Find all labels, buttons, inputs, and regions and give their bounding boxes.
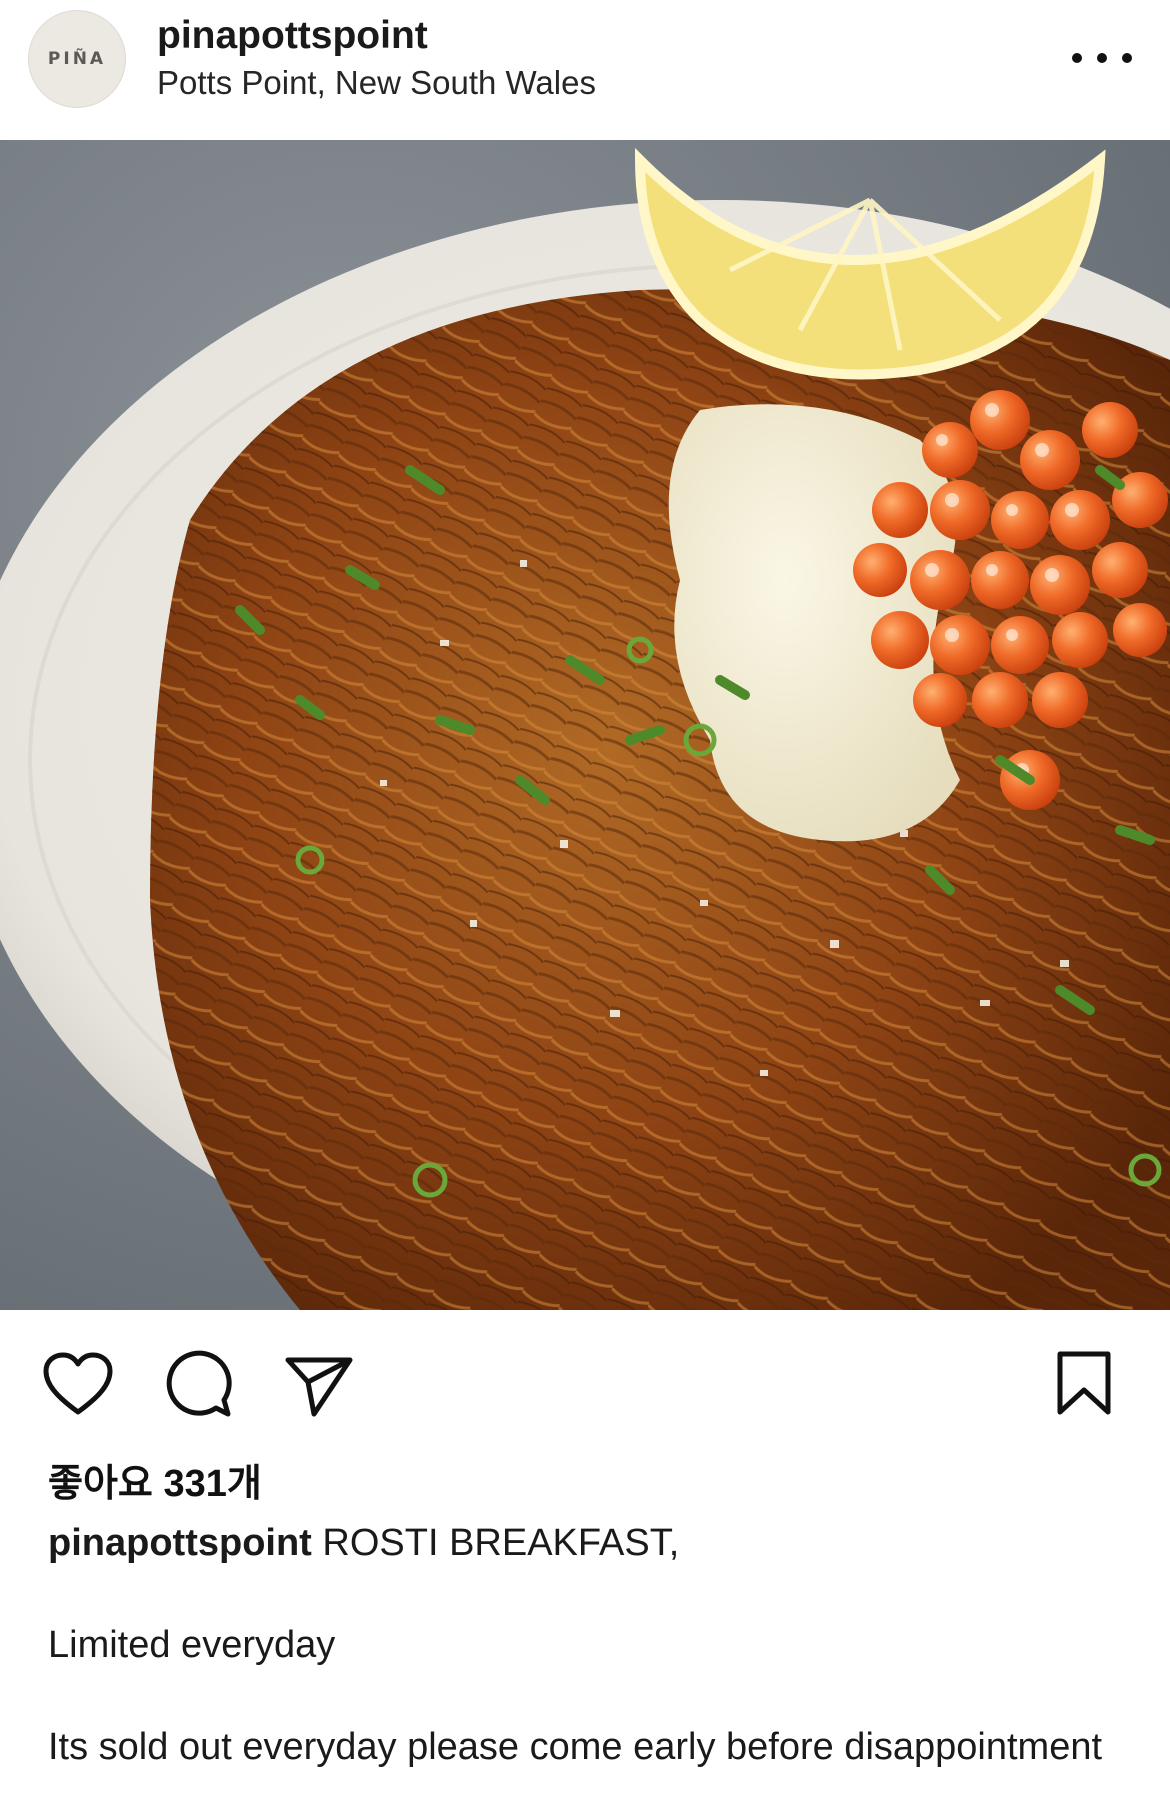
post-location[interactable]: Potts Point, New South Wales [157, 64, 596, 102]
likes-count[interactable]: 좋아요 331개 [48, 1452, 262, 1507]
post-caption: pinapottspoint ROSTI BREAKFAST, Limited … [48, 1520, 1128, 1770]
comment-button[interactable] [164, 1350, 232, 1425]
more-options-button[interactable] [1072, 38, 1132, 78]
avatar-logo-text: PIÑA [47, 49, 107, 69]
post-username[interactable]: pinapottspoint [157, 14, 428, 58]
like-button[interactable] [42, 1352, 114, 1423]
more-horizontal-icon [1072, 53, 1132, 63]
rosti-dish-photo [0, 140, 1170, 1310]
caption-line-3: Its sold out everyday please come early … [48, 1726, 1103, 1768]
caption-line-1: ROSTI BREAKFAST, [322, 1522, 680, 1564]
send-paper-plane-icon [285, 1357, 353, 1417]
heart-icon [43, 1352, 113, 1415]
caption-line-2: Limited everyday [48, 1624, 336, 1666]
caption-username[interactable]: pinapottspoint [48, 1522, 312, 1564]
share-button[interactable] [284, 1354, 354, 1423]
avatar[interactable]: PIÑA [28, 10, 126, 108]
post-photo[interactable] [0, 140, 1170, 1310]
save-button[interactable] [1054, 1350, 1114, 1423]
bookmark-icon [1057, 1351, 1111, 1415]
post-header: PIÑA pinapottspoint Potts Point, New Sou… [0, 0, 1170, 140]
comment-bubble-icon [166, 1350, 232, 1417]
post-actions-bar [0, 1310, 1170, 1450]
